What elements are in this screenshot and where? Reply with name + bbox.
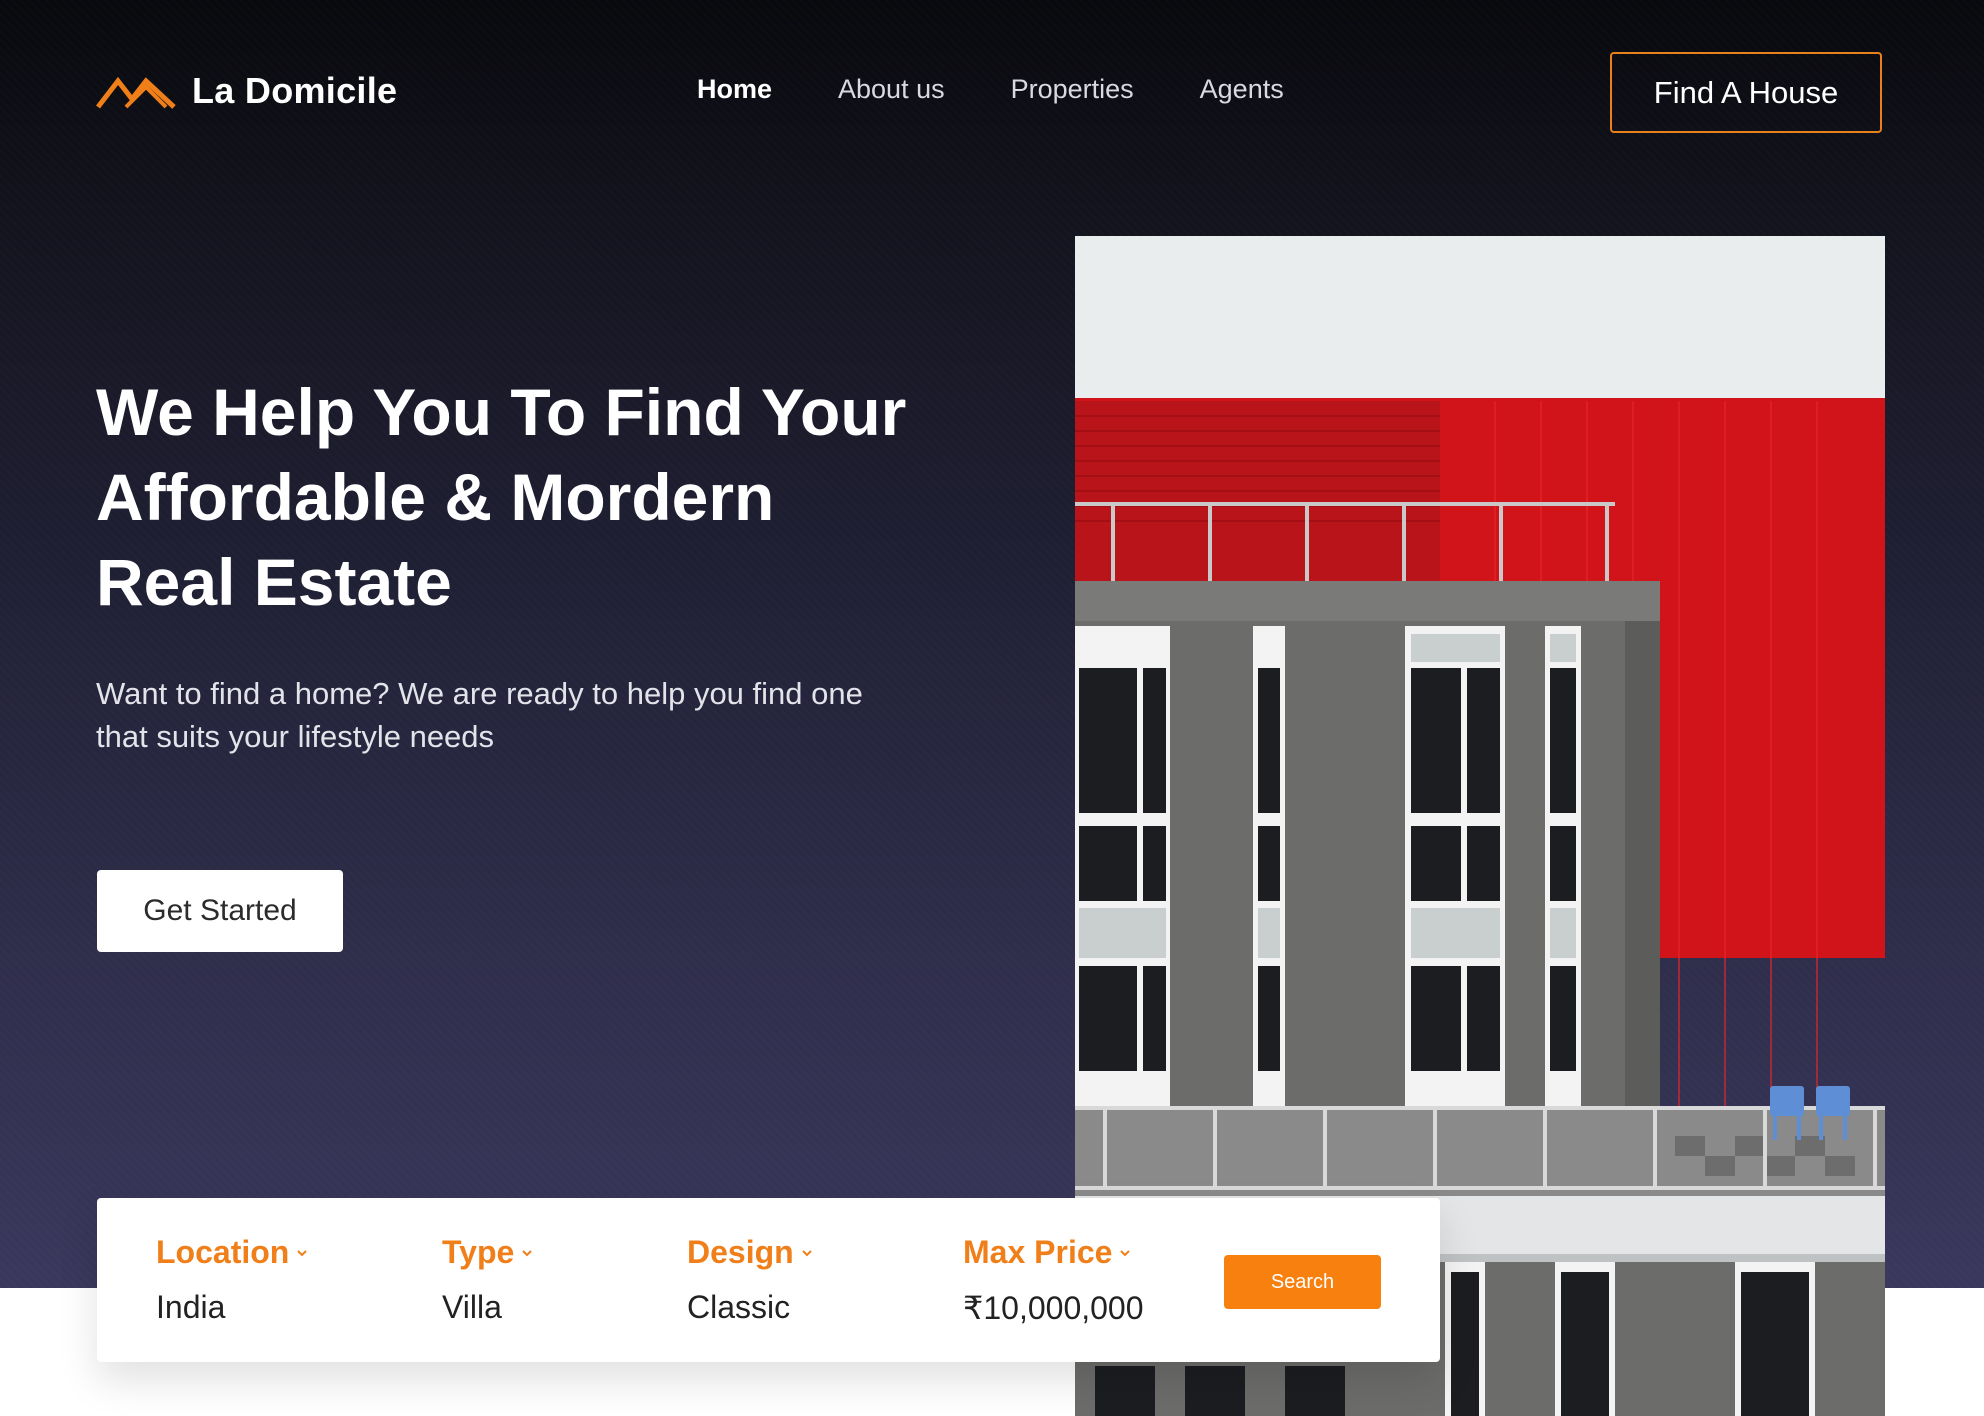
- type-label: Type: [442, 1234, 515, 1270]
- type-value: Villa: [442, 1289, 502, 1325]
- chevron-down-icon: [522, 1249, 533, 1256]
- hero-subtext: Want to find a home? We are ready to hel…: [96, 676, 863, 754]
- brand-logo[interactable]: La Domicile: [96, 70, 397, 112]
- nav-item-properties[interactable]: Properties: [1011, 74, 1134, 105]
- brand-name: La Domicile: [192, 70, 398, 111]
- get-started-button[interactable]: Get Started: [97, 870, 343, 952]
- location-label: Location: [156, 1234, 290, 1270]
- type-filter[interactable]: Type Villa: [442, 1234, 533, 1326]
- location-filter[interactable]: Location India: [156, 1234, 308, 1326]
- location-value: India: [156, 1289, 226, 1325]
- nav-item-home[interactable]: Home: [697, 74, 772, 105]
- find-a-house-button[interactable]: Find A House: [1610, 52, 1882, 133]
- max-price-label: Max Price: [963, 1234, 1113, 1270]
- chevron-down-icon: [297, 1249, 308, 1256]
- property-search-card: Location India Type Villa Design Classic…: [97, 1198, 1440, 1362]
- max-price-filter[interactable]: Max Price ₹10,000,000: [963, 1234, 1144, 1327]
- design-value: Classic: [687, 1289, 791, 1325]
- hero-headline: We Help You To Find Your Affordable & Mo…: [96, 375, 907, 619]
- design-label: Design: [687, 1234, 794, 1270]
- chevron-down-icon: [1120, 1249, 1131, 1256]
- roof-logo-icon: [96, 76, 176, 109]
- nav-item-about[interactable]: About us: [838, 74, 945, 105]
- max-price-value: ₹10,000,000: [963, 1290, 1144, 1326]
- main-nav: Home About us Properties Agents: [697, 74, 1284, 105]
- design-filter[interactable]: Design Classic: [687, 1234, 812, 1326]
- chevron-down-icon: [801, 1249, 812, 1256]
- nav-item-agents[interactable]: Agents: [1200, 74, 1284, 105]
- search-button[interactable]: Search: [1224, 1255, 1381, 1309]
